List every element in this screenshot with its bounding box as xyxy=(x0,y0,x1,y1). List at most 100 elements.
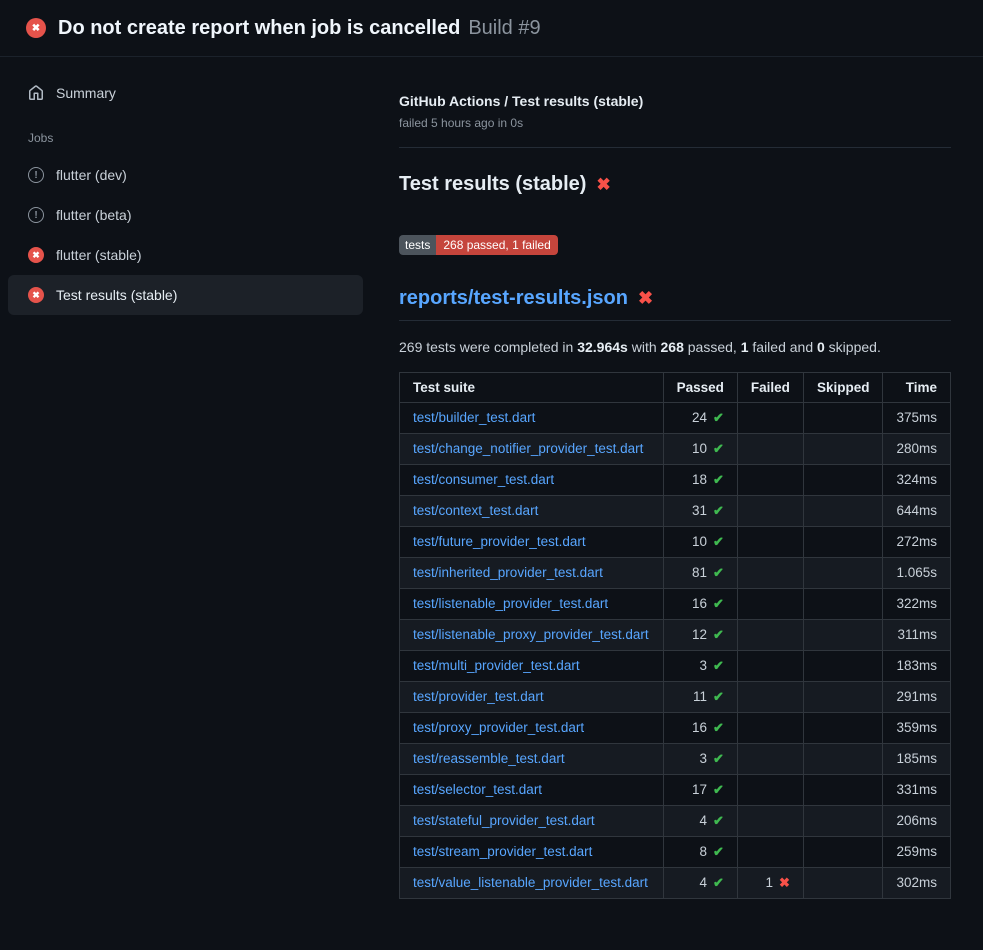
passed-count: 4 xyxy=(700,813,708,828)
report-heading: reports/test-results.json ✖ xyxy=(399,287,951,321)
check-run-title-text: Test results (stable) xyxy=(399,173,586,196)
suite-cell: test/inherited_provider_test.dart xyxy=(400,557,664,588)
sidebar-job-item[interactable]: ! flutter (beta) xyxy=(8,195,363,235)
passed-count-cell: 31✔ xyxy=(663,495,737,526)
test-suite-link[interactable]: test/stateful_provider_test.dart xyxy=(413,813,595,828)
test-suite-link[interactable]: test/listenable_provider_test.dart xyxy=(413,596,608,611)
time-cell: 206ms xyxy=(883,805,951,836)
neutral-circle-icon: ! xyxy=(28,207,44,223)
skipped-count-cell xyxy=(803,836,883,867)
skipped-count-cell xyxy=(803,774,883,805)
passed-count: 16 xyxy=(692,720,707,735)
check-run-title: Test results (stable)✖ xyxy=(399,173,951,196)
test-suite-link[interactable]: test/provider_test.dart xyxy=(413,689,544,704)
pass-check-icon: ✔ xyxy=(713,658,724,673)
jobs-section-heading: Jobs xyxy=(8,113,363,155)
failed-count: 1 xyxy=(766,875,774,890)
table-row: test/multi_provider_test.dart3✔183ms xyxy=(400,650,951,681)
test-suite-link[interactable]: test/reassemble_test.dart xyxy=(413,751,565,766)
report-file-link[interactable]: reports/test-results.json xyxy=(399,287,628,310)
passed-count-cell: 17✔ xyxy=(663,774,737,805)
sidebar-job-label: flutter (beta) xyxy=(56,207,131,223)
time-cell: 302ms xyxy=(883,867,951,898)
time-cell: 331ms xyxy=(883,774,951,805)
column-header: Test suite xyxy=(400,372,664,402)
failed-count-cell xyxy=(737,805,803,836)
home-icon xyxy=(28,85,44,101)
sidebar: Summary Jobs !flutter (dev)! flutter (bet… xyxy=(0,57,375,899)
sidebar-job-item[interactable]: !flutter (dev) xyxy=(8,155,363,195)
table-row: test/provider_test.dart11✔291ms xyxy=(400,681,951,712)
fail-x-icon: ✖ xyxy=(638,288,653,309)
passed-count: 10 xyxy=(692,534,707,549)
passed-count-cell: 18✔ xyxy=(663,464,737,495)
test-suite-link[interactable]: test/selector_test.dart xyxy=(413,782,542,797)
failed-count-cell xyxy=(737,557,803,588)
failed-count-cell xyxy=(737,495,803,526)
passed-count: 24 xyxy=(692,410,707,425)
pass-check-icon: ✔ xyxy=(713,844,724,859)
time-cell: 185ms xyxy=(883,743,951,774)
test-suite-link[interactable]: test/listenable_proxy_provider_test.dart xyxy=(413,627,649,642)
skipped-count-cell xyxy=(803,464,883,495)
test-results-table: Test suitePassedFailedSkippedTime test/b… xyxy=(399,372,951,899)
summary-segment: 269 tests were completed in xyxy=(399,339,577,355)
skipped-count-cell xyxy=(803,743,883,774)
sidebar-item-summary[interactable]: Summary xyxy=(8,73,363,113)
passed-count: 17 xyxy=(692,782,707,797)
pass-check-icon: ✔ xyxy=(713,751,724,766)
failed-count-cell xyxy=(737,743,803,774)
time-cell: 291ms xyxy=(883,681,951,712)
build-number: Build #9 xyxy=(468,17,540,40)
passed-count: 3 xyxy=(700,658,708,673)
badge-value: 268 passed, 1 failed xyxy=(436,235,557,255)
time-cell: 644ms xyxy=(883,495,951,526)
fail-x-icon: ✖ xyxy=(779,875,790,890)
x-circle-icon: ✖ xyxy=(28,247,44,263)
test-suite-link[interactable]: test/proxy_provider_test.dart xyxy=(413,720,584,735)
skipped-count-cell xyxy=(803,619,883,650)
time-cell: 375ms xyxy=(883,402,951,433)
table-row: test/stateful_provider_test.dart4✔206ms xyxy=(400,805,951,836)
failed-count-cell xyxy=(737,619,803,650)
test-suite-link[interactable]: test/inherited_provider_test.dart xyxy=(413,565,603,580)
passed-count-cell: 4✔ xyxy=(663,867,737,898)
pass-check-icon: ✔ xyxy=(713,596,724,611)
test-suite-link[interactable]: test/stream_provider_test.dart xyxy=(413,844,592,859)
passed-count: 4 xyxy=(700,875,708,890)
sidebar-job-label: Test results (stable) xyxy=(56,287,177,303)
suite-cell: test/change_notifier_provider_test.dart xyxy=(400,433,664,464)
failed-count-cell xyxy=(737,402,803,433)
test-suite-link[interactable]: test/builder_test.dart xyxy=(413,410,535,425)
passed-count-cell: 81 ✔ xyxy=(663,557,737,588)
test-suite-link[interactable]: test/value_listenable_provider_test.dart xyxy=(413,875,648,890)
passed-count-cell: 8✔ xyxy=(663,836,737,867)
sidebar-job-item[interactable]: ✖ flutter (stable) xyxy=(8,235,363,275)
passed-count-cell: 16✔ xyxy=(663,712,737,743)
pass-check-icon: ✔ xyxy=(713,565,724,580)
test-suite-link[interactable]: test/consumer_test.dart xyxy=(413,472,554,487)
table-row: test/stream_provider_test.dart8✔259ms xyxy=(400,836,951,867)
test-suite-link[interactable]: test/future_provider_test.dart xyxy=(413,534,586,549)
summary-segment: with xyxy=(628,339,661,355)
suite-cell: test/multi_provider_test.dart xyxy=(400,650,664,681)
table-row: test/listenable_proxy_provider_test.dart… xyxy=(400,619,951,650)
test-suite-link[interactable]: test/context_test.dart xyxy=(413,503,538,518)
table-row: test/selector_test.dart 17✔ 331ms xyxy=(400,774,951,805)
pass-check-icon: ✔ xyxy=(713,503,724,518)
sidebar-job-item[interactable]: ✖Test results (stable) xyxy=(8,275,363,315)
passed-count: 3 xyxy=(700,751,708,766)
run-title: Do not create report when job is cancell… xyxy=(58,17,460,40)
summary-segment: skipped. xyxy=(825,339,881,355)
test-suite-link[interactable]: test/change_notifier_provider_test.dart xyxy=(413,441,643,456)
passed-count: 81 xyxy=(692,565,707,580)
test-suite-link[interactable]: test/multi_provider_test.dart xyxy=(413,658,580,673)
time-cell: 311ms xyxy=(883,619,951,650)
skipped-count-cell xyxy=(803,557,883,588)
sidebar-job-label: flutter (stable) xyxy=(56,247,142,263)
failed-count-cell: 1✖ xyxy=(737,867,803,898)
passed-count-cell: 10✔ xyxy=(663,433,737,464)
table-row: test/inherited_provider_test.dart81✔1.06… xyxy=(400,557,951,588)
failed-count-cell xyxy=(737,712,803,743)
time-cell: 272ms xyxy=(883,526,951,557)
